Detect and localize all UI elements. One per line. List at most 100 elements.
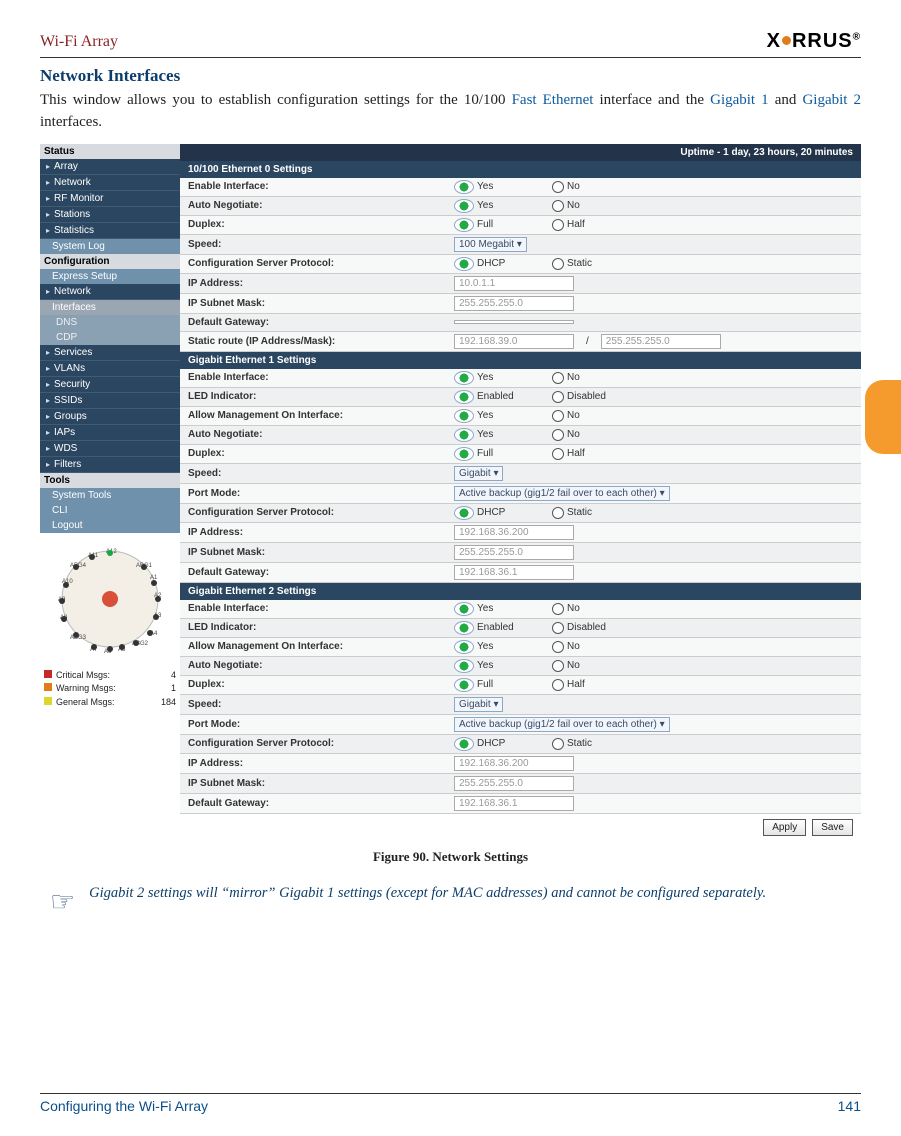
nav-sub2[interactable]: DNS (40, 315, 180, 330)
radio-option[interactable]: Yes (454, 640, 544, 654)
setting-value (446, 318, 861, 326)
radio-option[interactable]: Full (454, 218, 544, 232)
radio-label: DHCP (477, 738, 505, 749)
radio-option[interactable]: Static (552, 258, 642, 270)
radio-option[interactable]: Static (552, 507, 642, 519)
radio-label: Static (567, 738, 592, 749)
nav-sub[interactable]: System Log (40, 239, 180, 254)
radio-option[interactable]: Half (552, 219, 642, 231)
nav-item[interactable]: Statistics (40, 223, 180, 239)
radio-icon (552, 181, 564, 193)
nav-item[interactable]: Security (40, 377, 180, 393)
radio-option[interactable]: No (552, 200, 642, 212)
radio-option[interactable]: DHCP (454, 737, 544, 751)
nav-item[interactable]: VLANs (40, 361, 180, 377)
nav-sub[interactable]: CLI (40, 503, 180, 518)
text-input[interactable]: 255.255.255.0 (454, 776, 574, 791)
dropdown[interactable]: Gigabit ▾ (454, 697, 503, 712)
dropdown[interactable]: Active backup (gig1/2 fail over to each … (454, 486, 670, 501)
radio-option[interactable]: Disabled (552, 622, 642, 634)
setting-value: Yes No (446, 426, 861, 444)
text-input[interactable] (454, 320, 574, 324)
radio-option[interactable]: Half (552, 448, 642, 460)
radio-option[interactable]: Yes (454, 409, 544, 423)
setting-row: Duplex:FullHalf (180, 216, 861, 235)
radio-option[interactable]: Enabled (454, 390, 544, 404)
radio-icon (454, 447, 474, 461)
text-input[interactable]: 192.168.39.0 (454, 334, 574, 349)
setting-label: Default Gateway: (180, 564, 446, 581)
radio-option[interactable]: No (552, 410, 642, 422)
radio-option[interactable]: DHCP (454, 257, 544, 271)
text-input[interactable]: 192.168.36.1 (454, 565, 574, 580)
nav-item[interactable]: Groups (40, 409, 180, 425)
radio-option[interactable]: Yes (454, 602, 544, 616)
setting-label: Default Gateway: (180, 795, 446, 812)
radio-option[interactable]: Enabled (454, 621, 544, 635)
radio-option[interactable]: Yes (454, 371, 544, 385)
text-input[interactable]: 192.168.36.1 (454, 796, 574, 811)
radio-label: Half (567, 448, 585, 459)
nav-item[interactable]: Network (40, 175, 180, 191)
section-heading: Network Interfaces (40, 66, 861, 86)
text-input[interactable]: 192.168.36.200 (454, 756, 574, 771)
text-input[interactable]: 192.168.36.200 (454, 525, 574, 540)
radio-option[interactable]: Full (454, 447, 544, 461)
radio-option[interactable]: Full (454, 678, 544, 692)
setting-label: Port Mode: (180, 716, 446, 733)
nav-sub-selected[interactable]: Interfaces (40, 300, 180, 315)
nav-item[interactable]: Network (40, 284, 180, 300)
text-input[interactable]: 10.0.1.1 (454, 276, 574, 291)
setting-value: 100 Megabit ▾ (446, 235, 861, 254)
radio-label: Yes (477, 181, 493, 192)
text-input[interactable]: 255.255.255.0 (454, 545, 574, 560)
radio-option[interactable]: Yes (454, 428, 544, 442)
radio-option[interactable]: Disabled (552, 391, 642, 403)
radio-option[interactable]: No (552, 429, 642, 441)
radio-option[interactable]: DHCP (454, 506, 544, 520)
nav-item[interactable]: RF Monitor (40, 191, 180, 207)
nav-item[interactable]: Array (40, 159, 180, 175)
setting-value: Full Half (446, 676, 861, 694)
setting-label: Enable Interface: (180, 600, 446, 617)
radio-icon (454, 409, 474, 423)
nav-item[interactable]: IAPs (40, 425, 180, 441)
nav-item[interactable]: Filters (40, 457, 180, 473)
nav-item[interactable]: Services (40, 345, 180, 361)
save-button[interactable]: Save (812, 819, 853, 836)
dropdown[interactable]: 100 Megabit ▾ (454, 237, 527, 252)
setting-row: Speed:Gigabit ▾ (180, 695, 861, 715)
radio-icon (454, 390, 474, 404)
nav-sub2[interactable]: CDP (40, 330, 180, 345)
nav-sub[interactable]: Express Setup (40, 269, 180, 284)
setting-row: IP Subnet Mask:255.255.255.0 (180, 774, 861, 794)
radio-option[interactable]: Yes (454, 180, 544, 194)
radio-option[interactable]: Static (552, 738, 642, 750)
nav-sub[interactable]: Logout (40, 518, 180, 533)
nav-item[interactable]: Stations (40, 207, 180, 223)
nav-item[interactable]: WDS (40, 441, 180, 457)
radio-option[interactable]: No (552, 372, 642, 384)
nav-sub[interactable]: System Tools (40, 488, 180, 503)
text-input[interactable]: 255.255.255.0 (601, 334, 721, 349)
radio-option[interactable]: Half (552, 679, 642, 691)
separator: / (582, 336, 593, 347)
radio-option[interactable]: Yes (454, 659, 544, 673)
radio-option[interactable]: Yes (454, 199, 544, 213)
radio-option[interactable]: No (552, 181, 642, 193)
setting-row: Allow Management On Interface:YesNo (180, 407, 861, 426)
radio-option[interactable]: No (552, 641, 642, 653)
setting-value: Full Half (446, 445, 861, 463)
radio-icon (454, 199, 474, 213)
dropdown[interactable]: Active backup (gig1/2 fail over to each … (454, 717, 670, 732)
radio-option[interactable]: No (552, 660, 642, 672)
dropdown[interactable]: Gigabit ▾ (454, 466, 503, 481)
apply-button[interactable]: Apply (763, 819, 806, 836)
radio-label: No (567, 429, 580, 440)
radio-option[interactable]: No (552, 603, 642, 615)
text-input[interactable]: 255.255.255.0 (454, 296, 574, 311)
setting-label: IP Subnet Mask: (180, 295, 446, 312)
button-bar: Apply Save (180, 814, 861, 841)
radio-icon (552, 372, 564, 384)
nav-item[interactable]: SSIDs (40, 393, 180, 409)
